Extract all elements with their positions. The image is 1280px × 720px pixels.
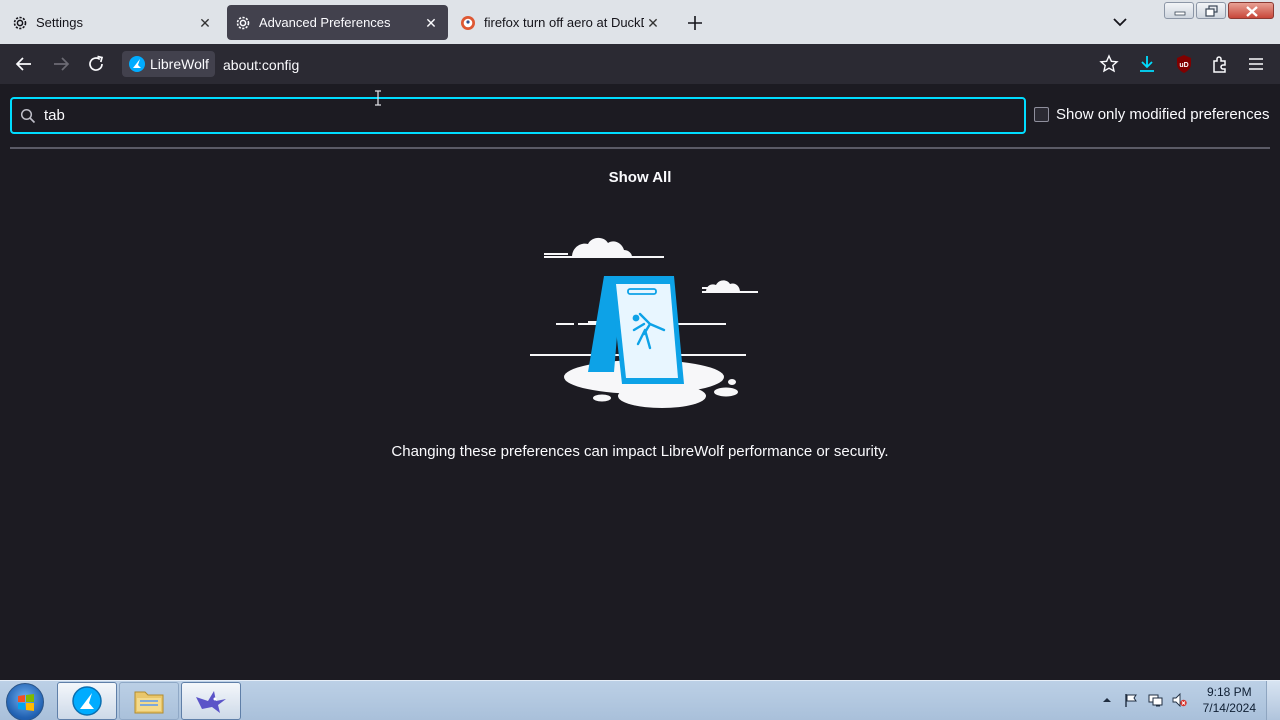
action-center-flag-icon[interactable] (1123, 692, 1139, 708)
warning-sign-illustration (530, 237, 758, 408)
download-icon[interactable] (1136, 53, 1158, 75)
close-tab-icon[interactable]: ✕ (422, 14, 440, 32)
back-arrow-icon[interactable] (13, 53, 35, 75)
url-bar[interactable]: about:config (223, 57, 299, 73)
search-input[interactable] (44, 107, 944, 124)
identity-label: LibreWolf (150, 56, 209, 72)
folder-icon (134, 691, 164, 714)
show-modified-checkbox[interactable]: Show only modified preferences (1034, 106, 1269, 123)
clock-time: 9:18 PM (1206, 685, 1252, 699)
extensions-puzzle-icon[interactable] (1209, 53, 1231, 75)
minimize-icon (1174, 11, 1186, 16)
search-icon (20, 108, 36, 123)
close-window-button[interactable] (1228, 2, 1274, 19)
chevron-down-icon[interactable] (1110, 12, 1130, 32)
checkbox[interactable] (1034, 107, 1049, 122)
tab-advanced-preferences[interactable]: Advanced Preferences ✕ (227, 5, 448, 40)
identity-box[interactable]: LibreWolf (122, 51, 215, 77)
gear-icon (13, 16, 27, 29)
system-clock[interactable]: 9:18 PM 7/14/2024 (1203, 684, 1256, 716)
close-tab-icon[interactable]: ✕ (644, 14, 662, 32)
windows-logo-icon (18, 694, 34, 711)
bookmark-star-icon[interactable] (1098, 53, 1120, 75)
tab-duckduckgo[interactable]: firefox turn off aero at DuckDuc ✕ (452, 5, 670, 40)
tray-expand-icon[interactable] (1099, 692, 1115, 708)
tab-strip: Settings ✕ Advanced Preferences ✕ firefo… (0, 0, 1280, 44)
network-icon[interactable] (1147, 692, 1163, 708)
show-modified-label: Show only modified preferences (1056, 106, 1270, 123)
restore-button[interactable] (1196, 2, 1226, 19)
gear-icon (236, 16, 250, 29)
windows-taskbar (0, 680, 1280, 720)
start-button[interactable] (6, 683, 44, 720)
show-all-button[interactable]: Show All (0, 169, 1280, 186)
volume-muted-icon[interactable] (1171, 692, 1187, 708)
preference-search-box[interactable] (10, 97, 1026, 134)
tab-label: Advanced Preferences (259, 15, 391, 30)
librewolf-logo-icon (72, 686, 102, 716)
clock-date: 7/14/2024 (1202, 701, 1256, 715)
hamburger-menu-icon[interactable] (1245, 53, 1267, 75)
window-controls (1164, 2, 1274, 19)
warning-message: Changing these preferences can impact Li… (391, 443, 889, 460)
duckduckgo-icon (461, 15, 475, 30)
forward-arrow-icon[interactable] (50, 53, 72, 75)
reload-icon[interactable] (85, 53, 107, 75)
tab-settings[interactable]: Settings ✕ (4, 5, 222, 40)
tab-label: Settings (36, 15, 83, 30)
taskbar-file-explorer[interactable] (119, 682, 179, 720)
tab-label: firefox turn off aero at DuckDuc (484, 15, 644, 30)
show-desktop-button[interactable] (1266, 681, 1280, 720)
close-icon (1246, 6, 1258, 17)
minimize-button[interactable] (1164, 2, 1194, 19)
close-tab-icon[interactable]: ✕ (196, 14, 214, 32)
new-tab-icon[interactable] (684, 12, 706, 34)
ublock-origin-icon[interactable]: uD (1173, 53, 1195, 75)
restore-icon (1205, 5, 1218, 17)
bird-app-icon (196, 691, 226, 713)
librewolf-logo-icon (129, 56, 145, 72)
taskbar-librewolf[interactable] (57, 682, 117, 720)
text-cursor-icon (375, 90, 381, 106)
taskbar-app[interactable] (181, 682, 241, 720)
svg-text:uD: uD (1179, 62, 1188, 69)
divider (10, 147, 1270, 149)
